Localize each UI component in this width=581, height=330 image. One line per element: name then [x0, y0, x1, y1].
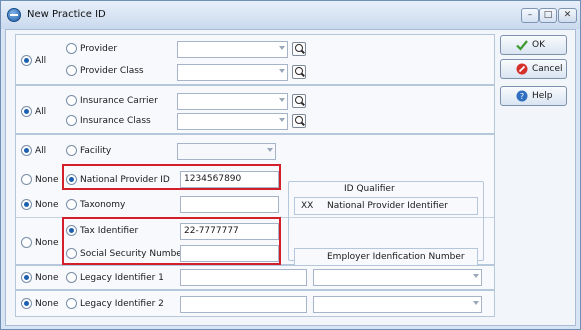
chevron-down-icon [279, 69, 285, 73]
minimize-button[interactable]: – [521, 8, 539, 23]
legacy1-input[interactable] [180, 269, 307, 286]
qualifier-npi-value: XX National Provider Identifier [294, 197, 478, 215]
insurance-panel: All Insurance Carrier Insurance Class [15, 85, 495, 134]
chevron-down-icon [279, 46, 285, 50]
tax-none-label: None [35, 238, 59, 248]
help-button[interactable]: ? Help [500, 86, 567, 106]
legacy2-input[interactable] [180, 296, 307, 313]
insurance-class-radio[interactable] [66, 115, 77, 126]
insurance-all-label: All [35, 107, 47, 117]
facility-all-label: All [35, 146, 47, 156]
cancel-icon [516, 63, 528, 75]
facility-all-radio[interactable] [21, 145, 32, 156]
provider-combo[interactable] [177, 41, 288, 58]
facility-radio[interactable] [66, 145, 77, 156]
chevron-down-icon [279, 118, 285, 122]
facility-label: Facility [80, 146, 112, 156]
provider-class-radio[interactable] [66, 65, 77, 76]
ok-label: OK [532, 40, 545, 50]
taxonomy-none-radio[interactable] [21, 199, 32, 210]
provider-radio[interactable] [66, 43, 77, 54]
legacy2-radio[interactable] [66, 298, 77, 309]
npi-none-label: None [35, 175, 59, 185]
chevron-down-icon [267, 148, 273, 152]
legacy2-panel: None Legacy Identifier 2 [15, 290, 495, 317]
qualifier-second-description: Employer Idenfication Number [327, 252, 465, 262]
cancel-button[interactable]: Cancel [500, 59, 567, 79]
new-practice-id-window: New Practice ID – □ ✕ All Provider Provi… [0, 0, 581, 330]
legacy1-radio[interactable] [66, 272, 77, 283]
legacy1-label: Legacy Identifier 1 [80, 273, 164, 283]
chevron-down-icon [473, 301, 479, 305]
provider-class-label: Provider Class [80, 66, 144, 76]
insurance-carrier-search-icon[interactable] [292, 94, 306, 108]
window-title: New Practice ID [27, 9, 106, 20]
legacy1-none-label: None [35, 273, 59, 283]
legacy1-none-radio[interactable] [21, 272, 32, 283]
check-icon [516, 40, 528, 51]
provider-class-combo[interactable] [177, 64, 288, 81]
taxonomy-radio[interactable] [66, 199, 77, 210]
provider-all-label: All [35, 56, 47, 66]
tax-none-radio[interactable] [21, 237, 32, 248]
legacy2-label: Legacy Identifier 2 [80, 299, 164, 309]
cancel-label: Cancel [532, 64, 563, 74]
tax-id-highlight [62, 217, 281, 265]
provider-all-radio[interactable] [21, 55, 32, 66]
insurance-carrier-radio[interactable] [66, 95, 77, 106]
dialog-body: All Provider Provider Class All Insuranc… [5, 29, 576, 326]
legacy1-panel: None Legacy Identifier 1 [15, 265, 495, 290]
taxonomy-label: Taxonomy [80, 200, 126, 210]
provider-panel: All Provider Provider Class [15, 34, 495, 85]
qualifier-description: National Provider Identifier [327, 201, 448, 211]
app-icon [7, 8, 21, 22]
id-qualifier-title: ID Qualifier [344, 184, 395, 194]
facility-combo[interactable] [177, 143, 276, 160]
title-bar: New Practice ID – □ ✕ [1, 1, 580, 29]
insurance-all-radio[interactable] [21, 106, 32, 117]
provider-label: Provider [80, 44, 118, 54]
insurance-class-label: Insurance Class [80, 116, 151, 126]
qualifier-ein-value: Employer Idenfication Number [294, 248, 478, 266]
qualifier-code: XX [301, 201, 314, 211]
provider-search-icon[interactable] [292, 42, 306, 56]
legacy2-none-radio[interactable] [21, 298, 32, 309]
insurance-carrier-combo[interactable] [177, 93, 288, 110]
insurance-class-search-icon[interactable] [292, 114, 306, 128]
chevron-down-icon [279, 98, 285, 102]
help-icon: ? [516, 90, 528, 102]
maximize-button[interactable]: □ [539, 8, 557, 23]
taxonomy-input[interactable] [180, 196, 279, 213]
legacy2-none-label: None [35, 299, 59, 309]
legacy1-qualifier-combo[interactable] [313, 269, 482, 286]
legacy2-qualifier-combo[interactable] [313, 296, 482, 313]
npi-none-radio[interactable] [21, 174, 32, 185]
insurance-carrier-label: Insurance Carrier [80, 96, 158, 106]
chevron-down-icon [473, 274, 479, 278]
ok-button[interactable]: OK [500, 35, 567, 55]
insurance-class-combo[interactable] [177, 113, 288, 130]
provider-class-search-icon[interactable] [292, 65, 306, 79]
npi-highlight [62, 164, 281, 190]
taxonomy-none-label: None [35, 200, 59, 210]
close-button[interactable]: ✕ [558, 8, 577, 23]
help-label: Help [532, 91, 553, 101]
svg-text:?: ? [520, 92, 524, 101]
